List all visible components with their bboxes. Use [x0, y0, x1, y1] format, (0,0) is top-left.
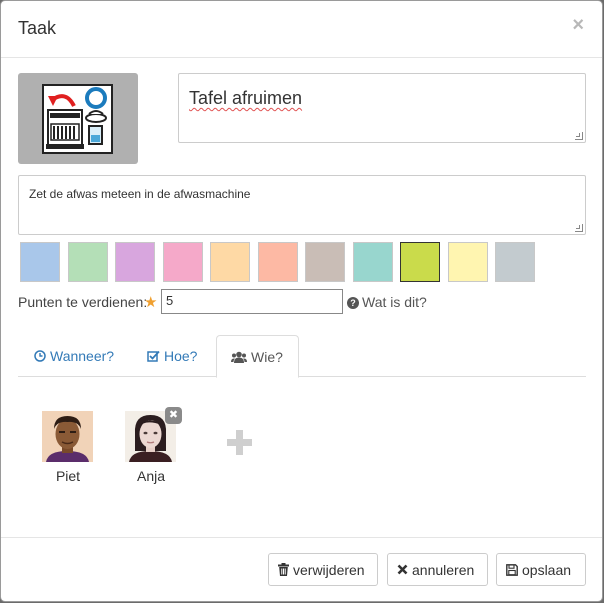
color-swatch[interactable]	[305, 242, 345, 282]
tab-wie[interactable]: Wie?	[216, 335, 299, 378]
tab-wanneer[interactable]: Wanneer?	[34, 335, 114, 377]
color-swatch[interactable]	[162, 242, 203, 282]
trash-icon	[278, 563, 289, 576]
tab-hoe[interactable]: Hoe?	[147, 335, 197, 377]
question-icon: ?	[347, 297, 359, 309]
clock-icon	[34, 350, 46, 362]
color-swatch[interactable]	[115, 242, 155, 282]
checkbox-icon	[147, 350, 160, 362]
color-swatch[interactable]	[495, 242, 535, 282]
task-title-input[interactable]: Tafel afruimen	[178, 73, 586, 143]
task-description-text: Zet de afwas meteen in de afwasmachine	[29, 187, 251, 201]
save-button[interactable]: opslaan	[496, 553, 586, 586]
color-picker	[20, 242, 543, 282]
color-swatch[interactable]	[20, 242, 60, 282]
dialog-title: Taak	[18, 18, 57, 38]
add-person-button[interactable]	[227, 430, 252, 455]
tab-bar: Wanneer? Hoe? Wie?	[18, 335, 586, 378]
resize-handle[interactable]	[575, 224, 583, 232]
person-name: Anja	[136, 468, 166, 484]
color-swatch[interactable]	[257, 242, 298, 282]
close-icon	[397, 564, 408, 575]
avatar	[42, 411, 93, 462]
task-dialog: Taak × Tafel afruimen Zet de afwas metee…	[0, 0, 603, 602]
task-title-text: Tafel afruimen	[189, 88, 303, 108]
delete-button[interactable]: verwijderen	[268, 553, 378, 586]
color-swatch[interactable]	[210, 242, 250, 282]
color-swatch[interactable]	[67, 242, 108, 282]
tab-label: Wanneer?	[50, 348, 115, 364]
help-link-text: Wat is dit?	[362, 294, 427, 310]
remove-person-button[interactable]: ✖	[165, 407, 182, 424]
person-name: Piet	[55, 468, 81, 484]
points-input[interactable]: 5	[161, 289, 343, 314]
cancel-button[interactable]: annuleren	[387, 553, 488, 586]
delete-button-label: verwijderen	[293, 561, 365, 578]
dialog-header: Taak ×	[1, 1, 602, 58]
star-icon: ★	[144, 294, 158, 311]
cancel-button-label: annuleren	[412, 561, 475, 578]
task-description-input[interactable]: Zet de afwas meteen in de afwasmachine	[18, 175, 586, 235]
close-button[interactable]: ×	[572, 15, 584, 35]
help-link[interactable]: ? Wat is dit?	[347, 294, 427, 310]
resize-handle[interactable]	[575, 132, 583, 140]
floppy-icon	[506, 563, 518, 576]
points-label: Punten te verdienen:	[18, 294, 148, 310]
color-swatch[interactable]	[352, 242, 393, 282]
users-icon	[231, 351, 247, 363]
tab-label: Hoe?	[164, 348, 198, 364]
task-pictogram-button[interactable]	[18, 73, 138, 164]
tab-label: Wie?	[251, 349, 283, 365]
person-piet[interactable]: Piet	[42, 411, 94, 484]
color-swatch[interactable]	[400, 242, 440, 282]
color-swatch[interactable]	[447, 242, 488, 282]
save-button-label: opslaan	[522, 561, 572, 578]
dishwasher-icon	[42, 84, 113, 154]
